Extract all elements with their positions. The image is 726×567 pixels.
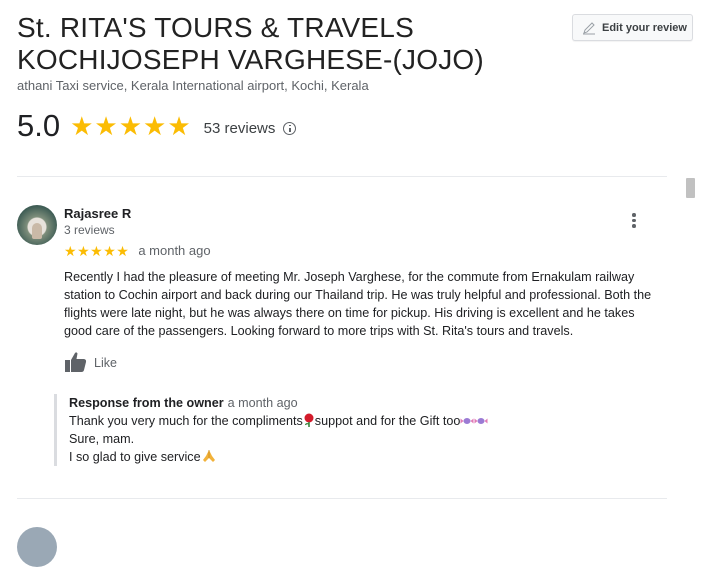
response-text: Sure, mam. (69, 432, 135, 446)
owner-response-time: a month ago (227, 396, 298, 410)
star-icon: ★ (103, 242, 116, 259)
edit-review-label: Edit your review (602, 21, 687, 34)
avatar[interactable] (17, 205, 57, 245)
business-address: athani Taxi service, Kerala Internationa… (17, 78, 369, 93)
edit-review-button[interactable]: Edit your review (572, 14, 693, 41)
star-icon: ★ (116, 242, 129, 259)
response-text: Thank you very much for the compliments (69, 414, 303, 428)
scrollbar-thumb[interactable] (686, 178, 695, 198)
page-title-line-1: St. RITA'S TOURS & TRAVELS (17, 12, 414, 43)
star-icon: ★ (167, 110, 191, 141)
divider (17, 176, 667, 177)
review-stars: ★ ★ ★ ★ ★ a month ago (64, 243, 211, 258)
star-icon: ★ (64, 242, 77, 259)
like-label: Like (94, 356, 117, 370)
review-text: Recently I had the pleasure of meeting M… (64, 270, 652, 338)
reviewer-review-count: 3 reviews (64, 223, 115, 237)
rose-emoji (304, 413, 314, 427)
rating-score: 5.0 (17, 108, 61, 143)
pencil-icon (583, 21, 595, 34)
folded-hands-emoji (202, 450, 215, 462)
star-icon: ★ (77, 242, 90, 259)
rating-summary: 5.0 ★★★★★ 53 reviews (17, 106, 297, 146)
candy-emoji (474, 418, 488, 424)
review-time: a month ago (138, 243, 211, 258)
avatar[interactable] (17, 527, 57, 567)
divider (17, 498, 667, 499)
candy-emoji (460, 418, 474, 424)
more-vert-icon[interactable] (626, 211, 642, 231)
rating-stars: ★★★★★ (70, 113, 192, 140)
reviews-count[interactable]: 53 reviews (204, 120, 276, 137)
response-text: suppot and for the Gift too (314, 414, 461, 428)
star-icon: ★ (118, 110, 143, 141)
star-icon: ★ (143, 110, 167, 141)
info-icon[interactable] (283, 121, 297, 135)
owner-response-header: Response from the owner a month ago (69, 394, 629, 412)
owner-response-line: Thank you very much for the compliments s… (69, 412, 629, 430)
owner-response: Response from the owner a month ago Thank… (54, 394, 629, 466)
response-text: I so glad to give service (69, 450, 201, 464)
page-title: St. RITA'S TOURS & TRAVELS KOCHIJOSEPH V… (17, 12, 557, 76)
star-icon: ★ (90, 242, 103, 259)
owner-response-label: Response from the owner (69, 396, 224, 410)
owner-response-line: I so glad to give service (69, 448, 629, 466)
star-icon: ★ (94, 110, 118, 141)
star-icon: ★ (70, 110, 94, 141)
page-title-line-2: KOCHIJOSEPH VARGHESE-(JOJO) (17, 44, 484, 75)
thumb-up-icon (65, 352, 87, 372)
like-button[interactable]: Like (64, 350, 117, 374)
reviewer-name[interactable]: Rajasree R (64, 206, 131, 221)
